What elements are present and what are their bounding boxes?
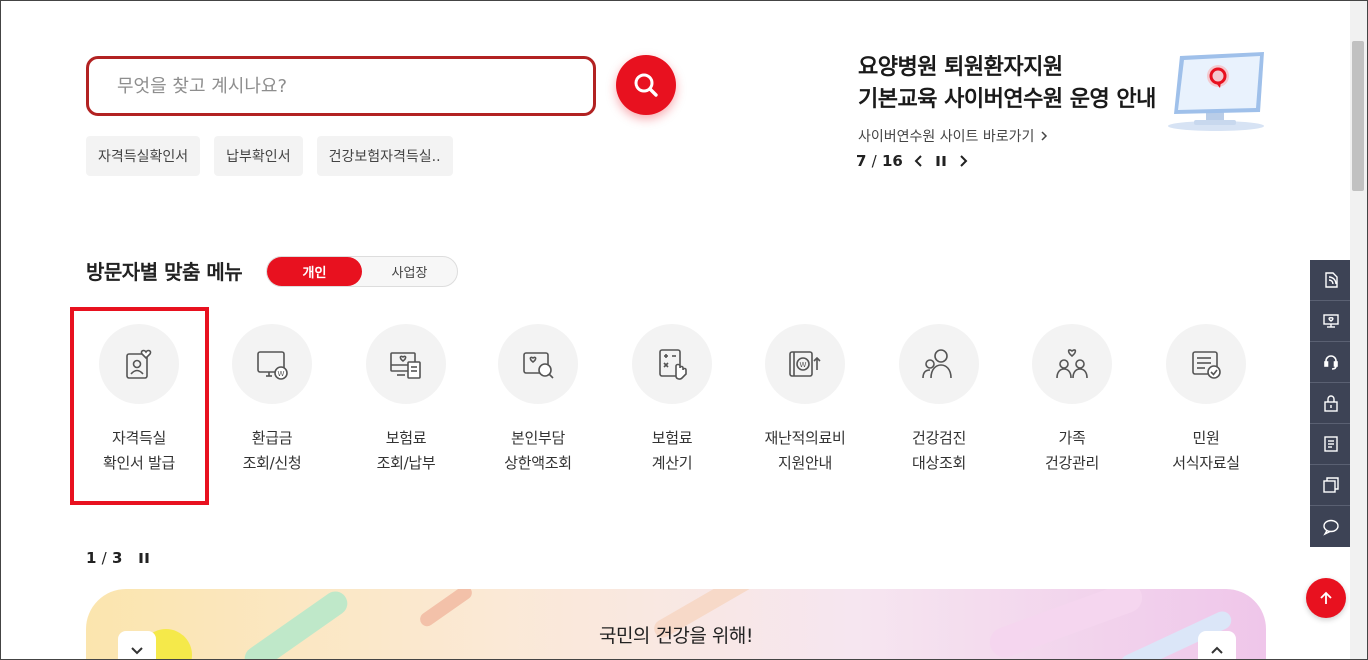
- document-icon: [1324, 436, 1338, 452]
- monitor-heart-icon: [1323, 314, 1339, 328]
- search-heart-icon: [523, 352, 554, 379]
- monitor-won-icon: W: [257, 351, 288, 380]
- menu-label: 본인부담 상한액조회: [504, 429, 572, 472]
- menu-pager-count: 1 / 3: [86, 549, 123, 567]
- menu-forms-library[interactable]: 민원 서식자료실: [1146, 324, 1266, 476]
- banner-collapse-button[interactable]: [1198, 631, 1236, 660]
- banner-expand-button[interactable]: [118, 631, 156, 660]
- menu-label: 가족 건강관리: [1044, 429, 1099, 472]
- promo-title-line1: 요양병원 퇴원환자지원: [858, 55, 1063, 80]
- document-check-icon: [1192, 351, 1221, 379]
- menu-label: 재난적의료비 지원안내: [764, 429, 846, 472]
- promo-pager: 7 / 16: [856, 152, 969, 170]
- menu-icon-circle: W: [232, 324, 312, 404]
- menu-family-health[interactable]: 가족 건강관리: [1012, 324, 1132, 476]
- banner-text: 국민의 건강을 위해!: [598, 625, 754, 647]
- popular-search-tags: 자격득실확인서 납부확인서 건강보험자격득실..: [86, 136, 453, 176]
- menu-label: 건강검진 대상조회: [911, 429, 966, 472]
- quick-menu-rss[interactable]: [1310, 260, 1352, 301]
- vertical-scrollbar[interactable]: [1350, 1, 1367, 659]
- monitor-heart-illustration: [1168, 52, 1264, 131]
- toggle-business[interactable]: 사업장: [362, 257, 457, 286]
- chevron-right-icon: [960, 155, 968, 167]
- menu-pager: 1 / 3: [86, 549, 150, 567]
- toggle-personal[interactable]: 개인: [267, 257, 362, 286]
- menu-catastrophic-medical-support[interactable]: W 재난적의료비 지원안내: [745, 324, 865, 476]
- chevron-right-icon: [1041, 131, 1047, 141]
- chevron-up-icon: [1211, 646, 1223, 654]
- search-tag[interactable]: 건강보험자격득실..: [316, 136, 453, 176]
- menu-pause-button[interactable]: [138, 551, 150, 565]
- quick-menu-chat[interactable]: [1310, 506, 1352, 547]
- menu-premium-calculator[interactable]: 보험료 계산기: [612, 324, 732, 476]
- calculator-icon: [659, 349, 687, 380]
- menu-label: 보험료 계산기: [651, 429, 693, 472]
- menu-health-checkup[interactable]: 건강검진 대상조회: [879, 324, 999, 476]
- search-icon: [634, 73, 658, 97]
- svg-text:W: W: [800, 361, 807, 369]
- promo-title-line2: 기본교육 사이버연수원 운영 안내: [858, 87, 1156, 112]
- quick-menu-monitor[interactable]: [1310, 301, 1352, 342]
- menu-icon-circle: [99, 324, 179, 404]
- menu-label: 자격득실 확인서 발급: [103, 429, 175, 472]
- search-input[interactable]: [89, 59, 593, 113]
- arrow-up-icon: [1320, 591, 1332, 604]
- menu-icon-circle: [366, 324, 446, 404]
- people-search-icon: [922, 349, 952, 379]
- menu-icon-circle: [1166, 324, 1246, 404]
- id-card-heart-icon: [126, 349, 152, 379]
- quick-menu-document[interactable]: [1310, 424, 1352, 465]
- chat-bubble-icon: [1323, 519, 1339, 536]
- scrollbar-thumb[interactable]: [1352, 41, 1364, 191]
- quick-menu-login[interactable]: [1310, 383, 1352, 424]
- menu-icon-circle: [899, 324, 979, 404]
- menu-refund[interactable]: W 환급금 조회/신청: [212, 324, 332, 476]
- search-tag[interactable]: 자격득실확인서: [86, 136, 201, 176]
- menu-label: 민원 서식자료실: [1172, 429, 1240, 472]
- bill-heart-icon: [390, 352, 421, 379]
- lock-icon: [1324, 395, 1338, 412]
- menu-icon-circle: [498, 324, 578, 404]
- copy-icon: [1323, 477, 1339, 493]
- scroll-to-top-button[interactable]: [1306, 578, 1346, 618]
- menu-label: 환급금 조회/신청: [242, 429, 302, 472]
- promo-link-label: 사이버연수원 사이트 바로가기: [858, 129, 1035, 145]
- pause-icon: [139, 553, 149, 563]
- menu-qualification-certificate[interactable]: 자격득실 확인서 발급: [79, 324, 199, 476]
- quick-menu-bar: [1310, 260, 1352, 547]
- promo-title[interactable]: 요양병원 퇴원환자지원 기본교육 사이버연수원 운영 안내: [858, 52, 1156, 116]
- menu-premium-payment[interactable]: 보험료 조회/납부: [346, 324, 466, 476]
- quick-menu-copy[interactable]: [1310, 465, 1352, 506]
- menu-label: 보험료 조회/납부: [376, 429, 436, 472]
- quick-menu-support[interactable]: [1310, 342, 1352, 383]
- health-banner: 국민의 건강을 위해!: [86, 589, 1266, 660]
- promo-pause-button[interactable]: [935, 154, 947, 168]
- menu-out-of-pocket-limit[interactable]: 본인부담 상한액조회: [478, 324, 598, 476]
- wallet-won-icon: W: [789, 351, 821, 377]
- menu-icon-circle: [632, 324, 712, 404]
- chevron-down-icon: [131, 647, 143, 655]
- pause-icon: [936, 156, 946, 166]
- headset-icon: [1324, 355, 1338, 370]
- search-box: [86, 56, 596, 116]
- menu-icon-circle: [1032, 324, 1112, 404]
- family-heart-icon: [1056, 349, 1088, 379]
- search-tag[interactable]: 납부확인서: [214, 136, 303, 176]
- promo-next-button[interactable]: [957, 154, 969, 168]
- search-button[interactable]: [616, 55, 676, 115]
- menu-icon-circle: W: [765, 324, 845, 404]
- promo-prev-button[interactable]: [913, 154, 925, 168]
- promo-pager-count: 7 / 16: [856, 152, 903, 170]
- chevron-left-icon: [914, 155, 922, 167]
- document-rss-icon: [1325, 272, 1338, 288]
- section-title: 방문자별 맞춤 메뉴: [86, 260, 243, 284]
- promo-link[interactable]: 사이버연수원 사이트 바로가기: [858, 126, 1049, 146]
- svg-text:W: W: [278, 370, 285, 378]
- visitor-type-toggle: 개인 사업장: [266, 256, 458, 287]
